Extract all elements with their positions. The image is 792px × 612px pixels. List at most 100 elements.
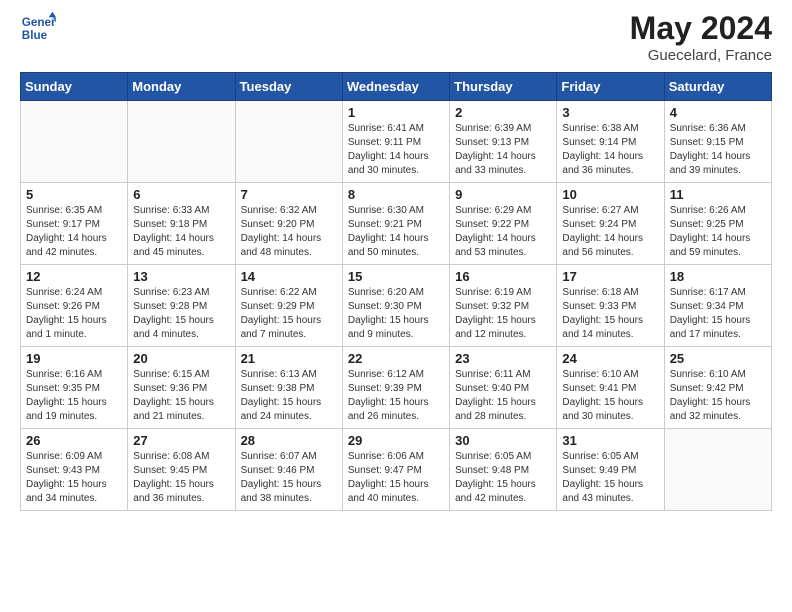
calendar-day-cell bbox=[235, 101, 342, 183]
calendar-day-cell: 28 Sunrise: 6:07 AM Sunset: 9:46 PM Dayli… bbox=[235, 429, 342, 511]
day-info: Sunrise: 6:06 AM Sunset: 9:47 PM Dayligh… bbox=[348, 450, 444, 506]
calendar-day-cell: 5Sunrise: 6:35 AM Sunset: 9:17 PM Daylig… bbox=[21, 183, 128, 265]
calendar-day-cell: 13Sunrise: 6:23 AM Sunset: 9:28 PM Dayli… bbox=[128, 265, 235, 347]
calendar-day-cell: 9Sunrise: 6:29 AM Sunset: 9:22 PM Daylig… bbox=[450, 183, 557, 265]
day-number: 7 bbox=[241, 187, 337, 202]
day-info: Sunrise: 6:36 AM Sunset: 9:15 PM Dayligh… bbox=[670, 122, 766, 178]
day-number: 17 bbox=[562, 269, 658, 284]
calendar-day-cell: 23Sunrise: 6:11 AM Sunset: 9:40 PM Dayli… bbox=[450, 347, 557, 429]
calendar-day-cell: 25 Sunrise: 6:10 AM Sunset: 9:42 PM Dayli… bbox=[664, 347, 771, 429]
day-info: Sunrise: 6:22 AM Sunset: 9:29 PM Dayligh… bbox=[241, 286, 337, 342]
calendar-day-cell: 22Sunrise: 6:12 AM Sunset: 9:39 PM Dayli… bbox=[342, 347, 449, 429]
day-number: 4 bbox=[670, 105, 766, 120]
day-info: Sunrise: 6:26 AM Sunset: 9:25 PM Dayligh… bbox=[670, 204, 766, 260]
day-info: Sunrise: 6:10 AM Sunset: 9:41 PM Dayligh… bbox=[562, 368, 658, 424]
day-number: 30 bbox=[455, 433, 551, 448]
day-number: 24 bbox=[562, 351, 658, 366]
calendar-week-row: 5Sunrise: 6:35 AM Sunset: 9:17 PM Daylig… bbox=[21, 183, 772, 265]
weekday-header-thursday: Thursday bbox=[450, 73, 557, 101]
day-info: Sunrise: 6:41 AM Sunset: 9:11 PM Dayligh… bbox=[348, 122, 444, 178]
day-number: 28 bbox=[241, 433, 337, 448]
day-info: Sunrise: 6:10 AM Sunset: 9:42 PM Dayligh… bbox=[670, 368, 766, 424]
calendar-day-cell: 18 Sunrise: 6:17 AM Sunset: 9:34 PM Dayli… bbox=[664, 265, 771, 347]
day-info: Sunrise: 6:38 AM Sunset: 9:14 PM Dayligh… bbox=[562, 122, 658, 178]
day-number: 11 bbox=[670, 187, 766, 202]
day-number: 8 bbox=[348, 187, 444, 202]
calendar-day-cell bbox=[21, 101, 128, 183]
calendar-day-cell: 6 Sunrise: 6:33 AM Sunset: 9:18 PM Daylig… bbox=[128, 183, 235, 265]
day-number: 2 bbox=[455, 105, 551, 120]
calendar-day-cell: 14 Sunrise: 6:22 AM Sunset: 9:29 PM Dayli… bbox=[235, 265, 342, 347]
calendar-day-cell: 3Sunrise: 6:38 AM Sunset: 9:14 PM Daylig… bbox=[557, 101, 664, 183]
calendar-day-cell: 12 Sunrise: 6:24 AM Sunset: 9:26 PM Dayli… bbox=[21, 265, 128, 347]
location: Guecelard, France bbox=[630, 47, 772, 64]
day-info: Sunrise: 6:33 AM Sunset: 9:18 PM Dayligh… bbox=[133, 204, 229, 260]
day-number: 1 bbox=[348, 105, 444, 120]
day-info: Sunrise: 6:08 AM Sunset: 9:45 PM Dayligh… bbox=[133, 450, 229, 506]
day-info: Sunrise: 6:09 AM Sunset: 9:43 PM Dayligh… bbox=[26, 450, 122, 506]
calendar-week-row: 1 Sunrise: 6:41 AM Sunset: 9:11 PM Daylig… bbox=[21, 101, 772, 183]
day-number: 18 bbox=[670, 269, 766, 284]
calendar-day-cell: 15 Sunrise: 6:20 AM Sunset: 9:30 PM Dayli… bbox=[342, 265, 449, 347]
day-info: Sunrise: 6:13 AM Sunset: 9:38 PM Dayligh… bbox=[241, 368, 337, 424]
weekday-header-sunday: Sunday bbox=[21, 73, 128, 101]
day-info: Sunrise: 6:16 AM Sunset: 9:35 PM Dayligh… bbox=[26, 368, 122, 424]
day-number: 16 bbox=[455, 269, 551, 284]
day-info: Sunrise: 6:19 AM Sunset: 9:32 PM Dayligh… bbox=[455, 286, 551, 342]
logo-icon: General Blue bbox=[20, 10, 56, 46]
weekday-header-monday: Monday bbox=[128, 73, 235, 101]
title-block: May 2024 Guecelard, France bbox=[630, 10, 772, 64]
day-number: 15 bbox=[348, 269, 444, 284]
calendar-week-row: 19 Sunrise: 6:16 AM Sunset: 9:35 PM Dayli… bbox=[21, 347, 772, 429]
day-info: Sunrise: 6:27 AM Sunset: 9:24 PM Dayligh… bbox=[562, 204, 658, 260]
weekday-header-friday: Friday bbox=[557, 73, 664, 101]
month-year: May 2024 bbox=[630, 10, 772, 47]
day-info: Sunrise: 6:15 AM Sunset: 9:36 PM Dayligh… bbox=[133, 368, 229, 424]
calendar-day-cell: 2 Sunrise: 6:39 AM Sunset: 9:13 PM Daylig… bbox=[450, 101, 557, 183]
day-number: 9 bbox=[455, 187, 551, 202]
day-number: 14 bbox=[241, 269, 337, 284]
day-number: 31 bbox=[562, 433, 658, 448]
day-info: Sunrise: 6:39 AM Sunset: 9:13 PM Dayligh… bbox=[455, 122, 551, 178]
day-info: Sunrise: 6:20 AM Sunset: 9:30 PM Dayligh… bbox=[348, 286, 444, 342]
calendar-day-cell: 10Sunrise: 6:27 AM Sunset: 9:24 PM Dayli… bbox=[557, 183, 664, 265]
day-info: Sunrise: 6:11 AM Sunset: 9:40 PM Dayligh… bbox=[455, 368, 551, 424]
day-number: 25 bbox=[670, 351, 766, 366]
weekday-header-row: SundayMondayTuesdayWednesdayThursdayFrid… bbox=[21, 73, 772, 101]
day-info: Sunrise: 6:17 AM Sunset: 9:34 PM Dayligh… bbox=[670, 286, 766, 342]
day-number: 12 bbox=[26, 269, 122, 284]
calendar-day-cell: 31 Sunrise: 6:05 AM Sunset: 9:49 PM Dayli… bbox=[557, 429, 664, 511]
day-info: Sunrise: 6:07 AM Sunset: 9:46 PM Dayligh… bbox=[241, 450, 337, 506]
day-info: Sunrise: 6:35 AM Sunset: 9:17 PM Dayligh… bbox=[26, 204, 122, 260]
calendar-day-cell bbox=[128, 101, 235, 183]
calendar-day-cell: 26 Sunrise: 6:09 AM Sunset: 9:43 PM Dayli… bbox=[21, 429, 128, 511]
day-info: Sunrise: 6:24 AM Sunset: 9:26 PM Dayligh… bbox=[26, 286, 122, 342]
day-info: Sunrise: 6:32 AM Sunset: 9:20 PM Dayligh… bbox=[241, 204, 337, 260]
calendar-day-cell: 21 Sunrise: 6:13 AM Sunset: 9:38 PM Dayli… bbox=[235, 347, 342, 429]
calendar-day-cell: 11 Sunrise: 6:26 AM Sunset: 9:25 PM Dayli… bbox=[664, 183, 771, 265]
day-info: Sunrise: 6:05 AM Sunset: 9:49 PM Dayligh… bbox=[562, 450, 658, 506]
day-number: 6 bbox=[133, 187, 229, 202]
calendar-day-cell: 8 Sunrise: 6:30 AM Sunset: 9:21 PM Daylig… bbox=[342, 183, 449, 265]
calendar-day-cell: 29 Sunrise: 6:06 AM Sunset: 9:47 PM Dayli… bbox=[342, 429, 449, 511]
day-number: 27 bbox=[133, 433, 229, 448]
svg-text:Blue: Blue bbox=[22, 29, 48, 42]
day-number: 20 bbox=[133, 351, 229, 366]
weekday-header-wednesday: Wednesday bbox=[342, 73, 449, 101]
calendar-day-cell bbox=[664, 429, 771, 511]
day-number: 26 bbox=[26, 433, 122, 448]
logo: General Blue bbox=[20, 10, 56, 46]
weekday-header-saturday: Saturday bbox=[664, 73, 771, 101]
day-number: 29 bbox=[348, 433, 444, 448]
calendar-day-cell: 7 Sunrise: 6:32 AM Sunset: 9:20 PM Daylig… bbox=[235, 183, 342, 265]
day-info: Sunrise: 6:23 AM Sunset: 9:28 PM Dayligh… bbox=[133, 286, 229, 342]
day-info: Sunrise: 6:30 AM Sunset: 9:21 PM Dayligh… bbox=[348, 204, 444, 260]
calendar-week-row: 26 Sunrise: 6:09 AM Sunset: 9:43 PM Dayli… bbox=[21, 429, 772, 511]
calendar-day-cell: 16 Sunrise: 6:19 AM Sunset: 9:32 PM Dayli… bbox=[450, 265, 557, 347]
day-info: Sunrise: 6:12 AM Sunset: 9:39 PM Dayligh… bbox=[348, 368, 444, 424]
svg-text:General: General bbox=[22, 16, 56, 29]
day-info: Sunrise: 6:05 AM Sunset: 9:48 PM Dayligh… bbox=[455, 450, 551, 506]
weekday-header-tuesday: Tuesday bbox=[235, 73, 342, 101]
day-number: 19 bbox=[26, 351, 122, 366]
day-number: 21 bbox=[241, 351, 337, 366]
